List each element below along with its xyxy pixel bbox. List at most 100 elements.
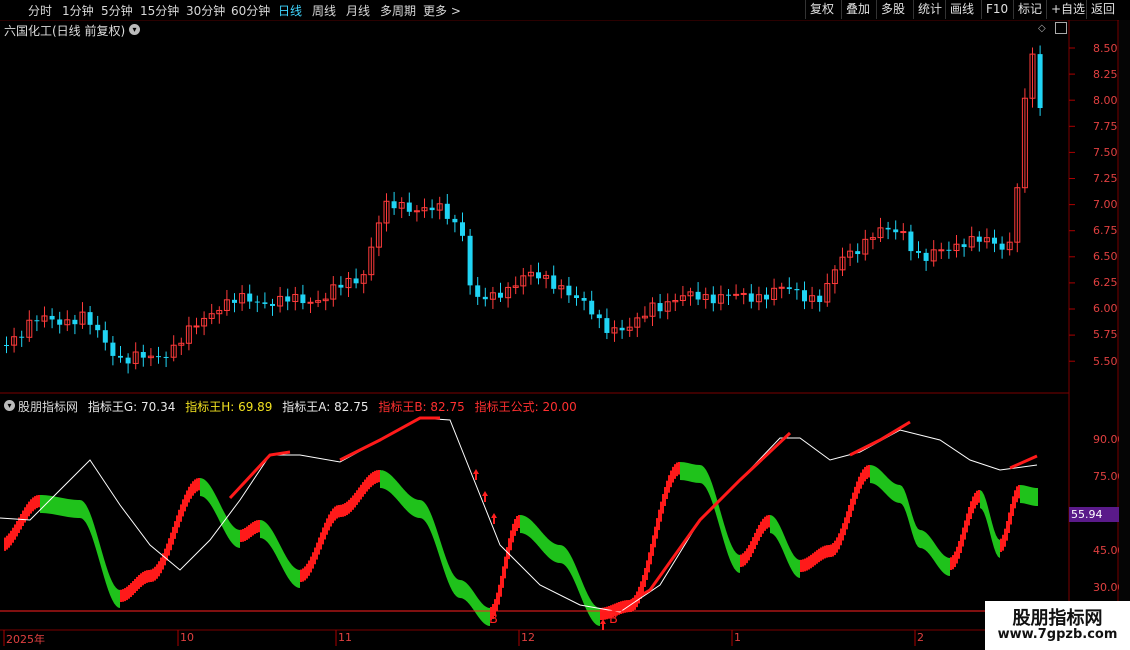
- indicator-band: [118, 589, 120, 608]
- candle-body: [817, 295, 823, 303]
- indicator-band: [130, 583, 132, 597]
- indicator-band: [460, 580, 462, 599]
- indicator-band: [754, 532, 756, 550]
- indicator-band: [290, 562, 292, 584]
- indicator-band: [424, 501, 426, 523]
- price-tick: 7.25: [1093, 172, 1118, 185]
- indicator-band: [304, 566, 306, 581]
- indicator-band: [784, 535, 786, 558]
- indicator-band: [340, 504, 342, 517]
- indicator-band: [328, 514, 330, 531]
- indicator-band: [530, 519, 532, 540]
- indicator-band: [544, 534, 546, 555]
- indicator-band: [1016, 486, 1018, 503]
- indicator-band: [506, 547, 508, 569]
- indicator-band: [896, 484, 898, 503]
- indicator-band: [134, 578, 136, 594]
- indicator-band: [812, 553, 814, 567]
- indicator-band: [964, 520, 966, 540]
- indicator-band: [904, 489, 906, 513]
- indicator-band: [284, 552, 286, 575]
- candle-body: [125, 357, 131, 364]
- indicator-band: [270, 527, 272, 549]
- candle-body: [34, 320, 40, 322]
- candle-body: [300, 294, 306, 304]
- indicator-band: [504, 556, 506, 579]
- indicator-band: [80, 500, 82, 519]
- candle-body: [710, 294, 716, 304]
- indicator-band: [1010, 504, 1012, 525]
- indicator-band: [592, 601, 594, 623]
- indicator-band: [900, 485, 902, 505]
- indicator-band: [524, 515, 526, 535]
- indicator-band: [222, 508, 224, 531]
- candle-body: [946, 249, 952, 251]
- indicator-band: [686, 462, 688, 482]
- indicator-band: [206, 480, 208, 501]
- indicator-band: [132, 581, 134, 596]
- indicator-band: [446, 558, 448, 582]
- indicator-band: [750, 541, 752, 557]
- indicator-band: [842, 523, 844, 541]
- candle-body: [581, 298, 587, 301]
- indicator-band: [272, 530, 274, 552]
- indicator-band: [138, 575, 140, 589]
- candle-body: [140, 352, 146, 358]
- time-tick: 1: [734, 631, 741, 644]
- indicator-band: [892, 481, 894, 502]
- indicator-band: [454, 575, 456, 597]
- candle-body: [156, 356, 161, 358]
- indicator-band: [1028, 486, 1030, 505]
- indicator-band: [372, 471, 374, 486]
- indicator-band: [220, 504, 222, 527]
- indicator-band: [788, 544, 790, 567]
- indicator-band: [844, 517, 846, 536]
- indicator-band: [484, 605, 486, 625]
- indicator-band: [576, 566, 578, 590]
- indicator-band: [554, 543, 556, 563]
- indicator-band: [748, 545, 750, 561]
- indicator-band: [676, 462, 678, 477]
- indicator-band: [430, 511, 432, 535]
- indicator-band: [78, 499, 80, 518]
- indicator-band: [874, 465, 876, 485]
- indicator-band: [716, 496, 718, 521]
- indicator-band: [338, 505, 340, 518]
- indicator-red-line: [1009, 454, 1038, 470]
- panel-toggle-icon[interactable]: [1055, 22, 1067, 34]
- candle-body: [285, 296, 291, 302]
- indicator-band: [1020, 485, 1022, 504]
- indicator-band: [182, 499, 184, 517]
- indicator-band: [720, 510, 722, 536]
- indicator-band: [30, 499, 32, 514]
- indicator-band: [902, 486, 904, 508]
- indicator-band: [552, 542, 554, 562]
- indicator-band: [16, 521, 18, 537]
- chevron-down-icon[interactable]: ▾: [4, 400, 15, 411]
- indicator-band: [236, 528, 238, 548]
- indicator-band: [516, 516, 518, 532]
- indicator-band: [434, 521, 436, 546]
- indicator-band: [694, 464, 696, 483]
- indicator-band: [316, 542, 318, 560]
- indicator-band: [98, 537, 100, 563]
- candle-body: [391, 201, 397, 209]
- indicator-g-value: 指标王G: 70.34: [87, 400, 176, 414]
- diamond-icon[interactable]: ◇: [1038, 23, 1046, 34]
- candle-body: [95, 324, 101, 331]
- indicator-band: [418, 499, 420, 518]
- indicator-band: [472, 589, 474, 611]
- indicator-band: [96, 531, 98, 556]
- indicator-band: [114, 585, 116, 606]
- indicator-band: [866, 465, 868, 479]
- indicator-band: [246, 526, 248, 540]
- indicator-band: [274, 533, 276, 556]
- indicator-band: [736, 552, 738, 573]
- candle-body: [938, 249, 945, 252]
- indicator-band: [960, 534, 962, 553]
- indicator-band: [474, 592, 476, 614]
- indicator-band: [482, 603, 484, 624]
- indicator-band: [390, 474, 392, 495]
- indicator-band: [792, 552, 794, 574]
- indicator-band: [642, 574, 644, 594]
